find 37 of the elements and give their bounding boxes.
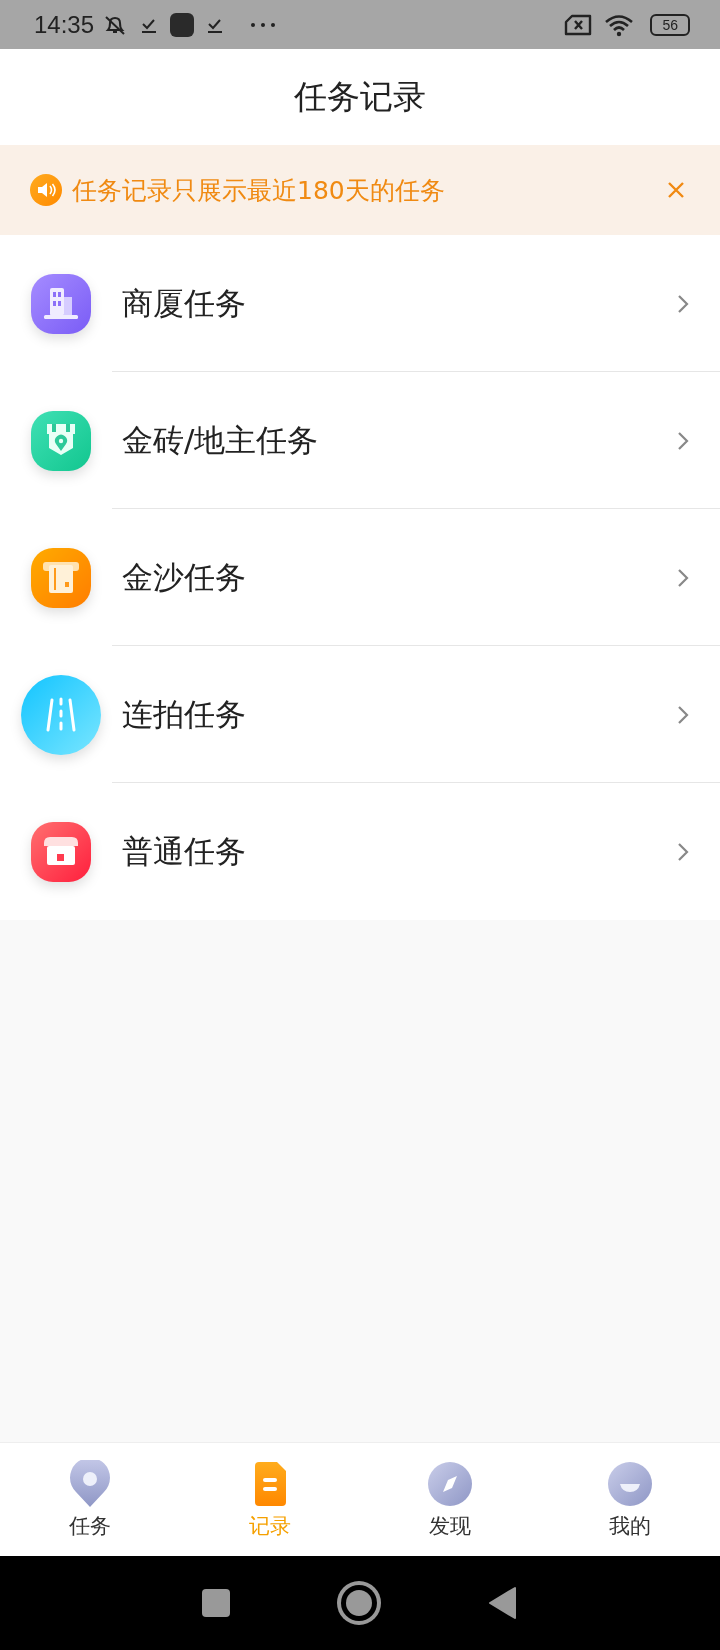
chevron-right-icon: [676, 840, 690, 863]
notice-text: 任务记录只展示最近180天的任务: [72, 174, 446, 207]
back-button[interactable]: [488, 1586, 518, 1620]
task-list-item[interactable]: 商厦任务: [0, 235, 720, 372]
task-label: 连拍任务: [122, 694, 247, 734]
task-label: 商厦任务: [122, 283, 247, 323]
wifi-icon: [604, 12, 635, 37]
battery-indicator: 56: [650, 13, 690, 36]
task-list-item[interactable]: 金砖/地主任务: [0, 372, 720, 509]
chevron-right-icon: [676, 292, 690, 315]
app-icon: [170, 12, 195, 37]
no-sim-icon: [564, 13, 593, 36]
tab[interactable]: 我的: [540, 1443, 720, 1556]
status-time: 14:35: [34, 10, 95, 39]
task-list-item[interactable]: 普通任务: [0, 783, 720, 920]
speaker-icon: [30, 174, 62, 206]
close-icon: [666, 180, 686, 200]
tab[interactable]: 任务: [0, 1443, 180, 1556]
road-icon: [20, 673, 102, 756]
chevron-right-icon: [676, 703, 690, 726]
task-label: 金砖/地主任务: [122, 420, 320, 460]
profile-icon: [608, 1459, 652, 1508]
task-list-item[interactable]: 金沙任务: [0, 509, 720, 646]
page-title: 任务记录: [294, 75, 426, 118]
chevron-right-icon: [676, 429, 690, 452]
more-icon: [250, 21, 277, 28]
tab[interactable]: 发现: [360, 1443, 540, 1556]
card-slot-icon: [30, 546, 92, 609]
shield-pin-icon: [30, 409, 92, 472]
task-label: 金沙任务: [122, 557, 247, 597]
task-label: 普通任务: [122, 831, 247, 871]
compass-icon: [428, 1459, 472, 1508]
location-pin-icon: [68, 1459, 112, 1508]
chevron-right-icon: [676, 566, 690, 589]
storefront-icon: [30, 820, 92, 883]
task-list-item[interactable]: 连拍任务: [0, 646, 720, 783]
building-icon: [30, 272, 92, 335]
